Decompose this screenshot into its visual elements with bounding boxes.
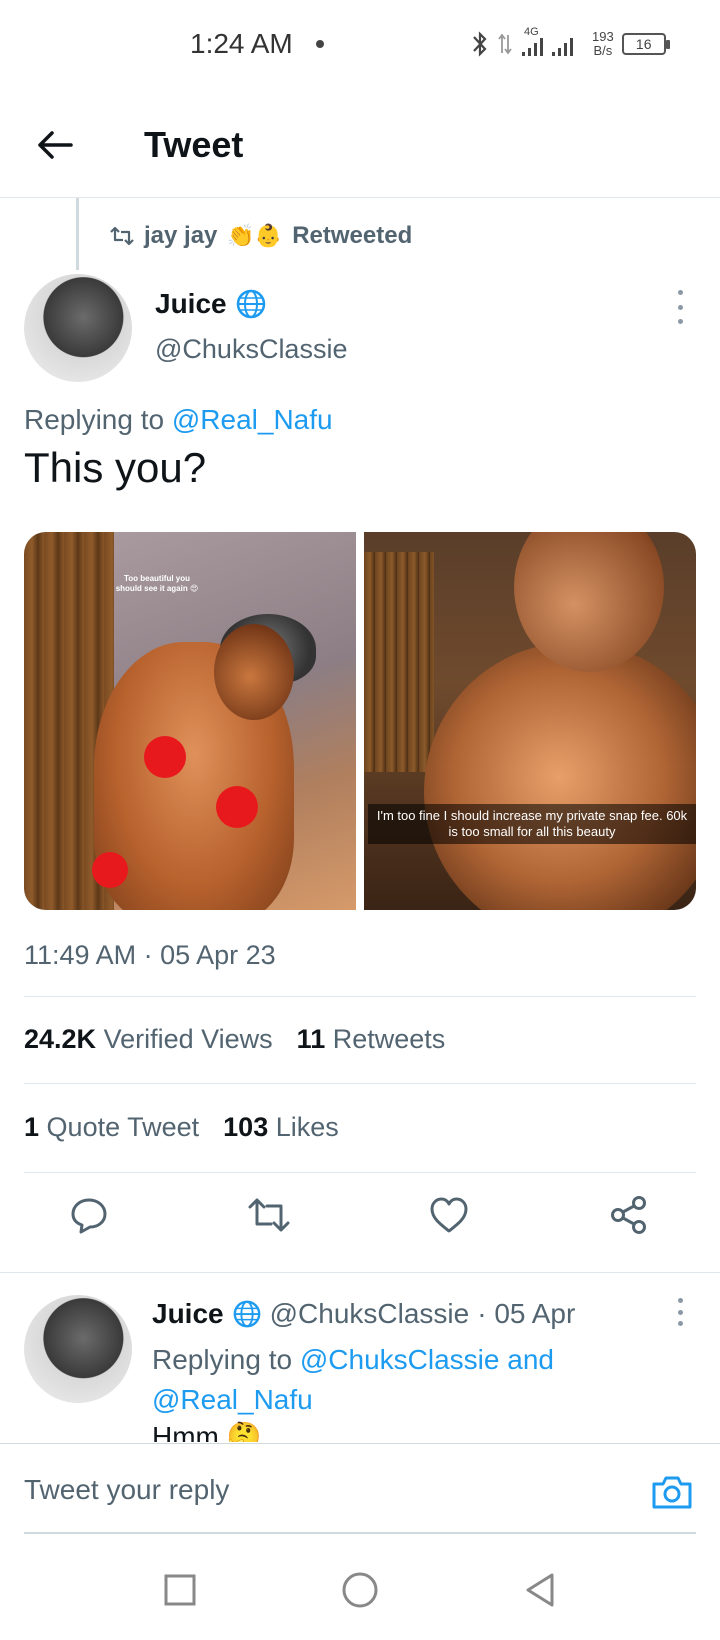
replying-to: Replying to @Real_Nafu — [24, 404, 333, 435]
share-button[interactable] — [604, 1190, 654, 1240]
bluetooth-icon — [473, 31, 487, 57]
circle-icon — [342, 1572, 378, 1608]
signal-icons: 4G — [520, 26, 584, 58]
triangle-back-icon — [526, 1573, 554, 1607]
tweet-text: This you? — [24, 444, 207, 491]
reply-header[interactable]: Juice @ChuksClassie · 05 Apr — [152, 1298, 575, 1330]
retweeted-label: Retweeted — [292, 222, 413, 249]
battery-icon: 16 — [621, 33, 670, 55]
reply-composer: Tweet your reply — [0, 1443, 720, 1533]
author-handle[interactable]: @ChuksClassie — [155, 334, 347, 365]
reply-more-options-button[interactable] — [670, 1298, 690, 1326]
signal-icon — [522, 38, 573, 56]
censor-dot — [92, 852, 128, 888]
retweeter-emoji: 👏👶 — [227, 223, 283, 248]
thread-line — [76, 198, 79, 270]
reply-date: · 05 Apr — [477, 1298, 576, 1329]
globe-icon — [233, 1300, 260, 1328]
reply-author-name: Juice — [152, 1298, 224, 1329]
square-icon — [164, 1574, 196, 1606]
reply-text: Hmm 🤔 — [152, 1421, 262, 1442]
avatar[interactable] — [24, 274, 132, 382]
tweet-actions — [0, 1190, 720, 1250]
net-speed: 193 B/s — [592, 29, 614, 58]
page-title: Tweet — [144, 124, 244, 165]
censor-dot — [144, 736, 186, 778]
censor-dot — [216, 786, 258, 828]
media-image-1[interactable]: Too beautiful you should see it again 😍 — [24, 532, 356, 910]
recents-button[interactable] — [160, 1570, 200, 1610]
media-caption-1: Too beautiful you should see it again 😍 — [115, 574, 199, 593]
reply-author-handle: @ChuksClassie — [269, 1298, 470, 1329]
retweet-context[interactable]: jay jay 👏👶 Retweeted — [110, 222, 412, 250]
views-stat[interactable]: 24.2K Verified Views — [24, 1024, 273, 1055]
system-nav-bar — [0, 1540, 720, 1640]
retweet-button[interactable] — [244, 1190, 294, 1240]
author-name[interactable]: Juice — [155, 288, 267, 320]
arrow-left-icon — [38, 131, 73, 159]
stats-row-1: 24.2K Verified Views 11 Retweets — [24, 1024, 445, 1055]
camera-button[interactable] — [650, 1472, 694, 1512]
replying-to-link[interactable]: @ChuksClassie and — [300, 1344, 554, 1375]
heart-icon — [430, 1197, 468, 1233]
reply-input[interactable]: Tweet your reply — [24, 1474, 229, 1506]
stats-row-2: 1 Quote Tweet 103 Likes — [24, 1112, 339, 1143]
divider — [24, 1172, 696, 1173]
camera-icon — [652, 1476, 692, 1509]
retweets-stat[interactable]: 11 Retweets — [297, 1024, 446, 1055]
status-time: 1:24 AM — [190, 28, 293, 59]
divider — [24, 996, 696, 997]
composer-underline — [24, 1532, 696, 1534]
globe-icon — [236, 289, 265, 319]
reply-button[interactable] — [64, 1190, 114, 1240]
like-button[interactable] — [424, 1190, 474, 1240]
more-options-button[interactable] — [670, 290, 690, 324]
app-header: Tweet — [0, 90, 720, 198]
retweet-icon — [110, 226, 134, 246]
back-nav-button[interactable] — [520, 1570, 560, 1610]
media-grid: Too beautiful you should see it again 😍 … — [24, 532, 696, 910]
retweet-icon — [248, 1198, 290, 1232]
media-image-2[interactable]: I'm too fine I should increase my privat… — [364, 532, 696, 910]
media-caption-2: I'm too fine I should increase my privat… — [368, 804, 696, 844]
comment-icon — [71, 1198, 107, 1234]
notification-dot — [316, 40, 324, 48]
replying-to-link[interactable]: @Real_Nafu — [172, 404, 333, 435]
retweeter-name: jay jay — [144, 222, 218, 249]
status-bar: 1:24 AM 4G 193 B/s 16 — [0, 0, 720, 90]
reply-avatar[interactable] — [24, 1295, 132, 1403]
data-arrows-icon — [498, 33, 512, 55]
battery-level: 16 — [635, 36, 652, 52]
divider — [24, 1083, 696, 1084]
section-divider — [0, 1272, 720, 1273]
quotes-stat[interactable]: 1 Quote Tweet — [24, 1112, 199, 1143]
back-button[interactable] — [30, 120, 80, 170]
status-icons: 4G 193 B/s 16 — [470, 26, 670, 62]
home-button[interactable] — [340, 1570, 380, 1610]
likes-stat[interactable]: 103 Likes — [223, 1112, 339, 1143]
tweet-timestamp: 11:49 AM · 05 Apr 23 — [24, 940, 276, 970]
share-icon — [611, 1196, 646, 1234]
reply-replying-to: Replying to @ChuksClassie and @Real_Nafu — [152, 1344, 554, 1415]
replying-to-link[interactable]: @Real_Nafu — [152, 1384, 313, 1415]
